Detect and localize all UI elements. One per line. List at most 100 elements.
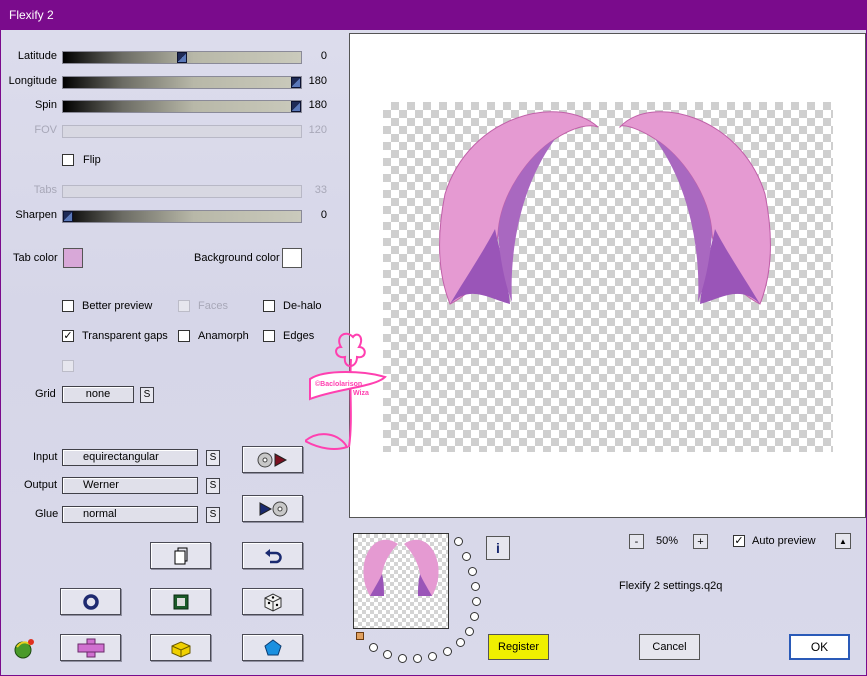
longitude-label: Longitude <box>8 75 57 87</box>
navigator-dot[interactable] <box>428 652 437 661</box>
tabs-value: 33 <box>314 184 327 196</box>
pink-cross-icon <box>77 638 104 657</box>
thumbnail-corner-marker[interactable] <box>356 632 364 640</box>
output-s-button[interactable]: S <box>206 478 220 494</box>
input-select[interactable]: equirectangular <box>62 449 198 466</box>
fov-label: FOV <box>34 124 57 136</box>
longitude-slider[interactable] <box>62 76 302 89</box>
title-bar[interactable]: Flexify 2 <box>0 0 867 30</box>
anamorph-checkbox[interactable] <box>178 330 190 342</box>
watermark-text-line2: Wiza <box>353 390 369 397</box>
edges-checkbox[interactable] <box>263 330 275 342</box>
arrow-disc-icon <box>259 501 287 516</box>
main-preview[interactable]: ©Baclolarison Wiza <box>305 33 866 518</box>
navigator-dot[interactable] <box>470 612 479 621</box>
grid-label: Grid <box>35 388 56 400</box>
output-label: Output <box>24 479 58 491</box>
background-color-swatch[interactable] <box>282 248 302 268</box>
copy-page-icon <box>174 547 187 564</box>
undo-button[interactable] <box>242 542 303 569</box>
glue-label: Glue <box>35 508 59 520</box>
dehalo-checkbox[interactable] <box>263 300 275 312</box>
disc-arrow-right-icon <box>257 452 287 467</box>
faces-checkbox[interactable] <box>178 300 190 312</box>
import-preset-button[interactable] <box>242 446 303 473</box>
cube-button[interactable] <box>150 634 211 661</box>
glue-select[interactable]: normal <box>62 506 198 523</box>
app-logo-icon <box>11 635 37 664</box>
longitude-value: 180 <box>308 75 327 87</box>
info-button[interactable]: i <box>486 536 510 560</box>
zoom-in-button[interactable]: + <box>693 534 708 549</box>
ring-icon <box>82 593 99 610</box>
spin-label: Spin <box>34 99 57 111</box>
tab-color-swatch[interactable] <box>63 248 83 268</box>
register-button[interactable]: Register <box>488 634 549 660</box>
latitude-slider[interactable] <box>62 51 302 64</box>
transparent-gaps-checkbox[interactable]: ✓ <box>62 330 74 342</box>
transparent-gaps-label: Transparent gaps <box>82 330 168 342</box>
hair-render-image <box>439 111 771 305</box>
navigator-dot[interactable] <box>456 638 465 647</box>
latitude-label: Latitude <box>17 50 57 62</box>
grid-select[interactable]: none <box>62 386 134 403</box>
navigator-dot[interactable] <box>413 654 422 663</box>
collapse-button[interactable]: ▲ <box>835 533 851 549</box>
better-preview-label: Better preview <box>82 300 153 312</box>
flip-checkbox[interactable] <box>62 154 74 166</box>
sharpen-slider[interactable] <box>62 210 302 223</box>
navigator-dot[interactable] <box>383 650 392 659</box>
green-frame-icon <box>173 594 188 609</box>
tabs-label: Tabs <box>33 184 57 196</box>
ring-button[interactable] <box>60 588 121 615</box>
yellow-cube-icon <box>171 640 190 658</box>
undo-arrow-icon <box>264 548 282 563</box>
fov-slider[interactable] <box>62 125 302 138</box>
watermark-flower-image <box>305 332 387 450</box>
navigator-dot[interactable] <box>465 627 474 636</box>
grid-s-button[interactable]: S <box>140 387 154 403</box>
auto-preview-checkbox[interactable]: ✓ <box>733 535 745 547</box>
dialog-client: Latitude 0 Longitude 180 Spin 180 FOV 120 Tabs 33… <box>1 30 866 675</box>
spin-value: 180 <box>308 99 327 111</box>
unlabeled-checkbox[interactable] <box>62 360 74 372</box>
cancel-button[interactable]: Cancel <box>639 634 700 660</box>
navigator-dot[interactable] <box>369 643 378 652</box>
sharpen-slider-thumb[interactable] <box>63 211 73 222</box>
thumbnail-image <box>363 539 439 596</box>
pentagon-button[interactable] <box>242 634 303 661</box>
watermark-text-line1: ©Baclolarison <box>315 381 363 388</box>
navigator-dot[interactable] <box>472 597 481 606</box>
navigator-dot[interactable] <box>398 654 407 663</box>
random-button[interactable] <box>242 588 303 615</box>
output-select[interactable]: Werner <box>62 477 198 494</box>
settings-filename: Flexify 2 settings.q2q <box>619 580 723 592</box>
navigator-dot[interactable] <box>454 537 463 546</box>
navigator-dot[interactable] <box>468 567 477 576</box>
tabs-slider[interactable] <box>62 185 302 198</box>
zoom-out-button[interactable]: - <box>629 534 644 549</box>
navigator-dot[interactable] <box>462 552 471 561</box>
ok-button[interactable]: OK <box>789 634 850 660</box>
blue-pentagon-icon <box>263 638 282 655</box>
copy-button[interactable] <box>150 542 211 569</box>
anamorph-label: Anamorph <box>198 330 249 342</box>
tab-color-label: Tab color <box>13 252 58 264</box>
background-color-label: Background color <box>194 252 280 264</box>
navigator-dot[interactable] <box>471 582 480 591</box>
navigator-dot[interactable] <box>443 647 452 656</box>
input-s-button[interactable]: S <box>206 450 220 466</box>
better-preview-checkbox[interactable] <box>62 300 74 312</box>
dice-icon <box>264 592 281 612</box>
plus-button[interactable] <box>60 634 121 661</box>
fov-value: 120 <box>308 124 327 136</box>
frame-button[interactable] <box>150 588 211 615</box>
glue-s-button[interactable]: S <box>206 507 220 523</box>
latitude-slider-thumb[interactable] <box>177 52 187 63</box>
export-preset-button[interactable] <box>242 495 303 522</box>
thumbnail-navigator[interactable] <box>353 533 449 629</box>
dehalo-label: De-halo <box>283 300 322 312</box>
sharpen-label: Sharpen <box>15 209 57 221</box>
auto-preview-label: Auto preview <box>752 535 816 547</box>
spin-slider[interactable] <box>62 100 302 113</box>
